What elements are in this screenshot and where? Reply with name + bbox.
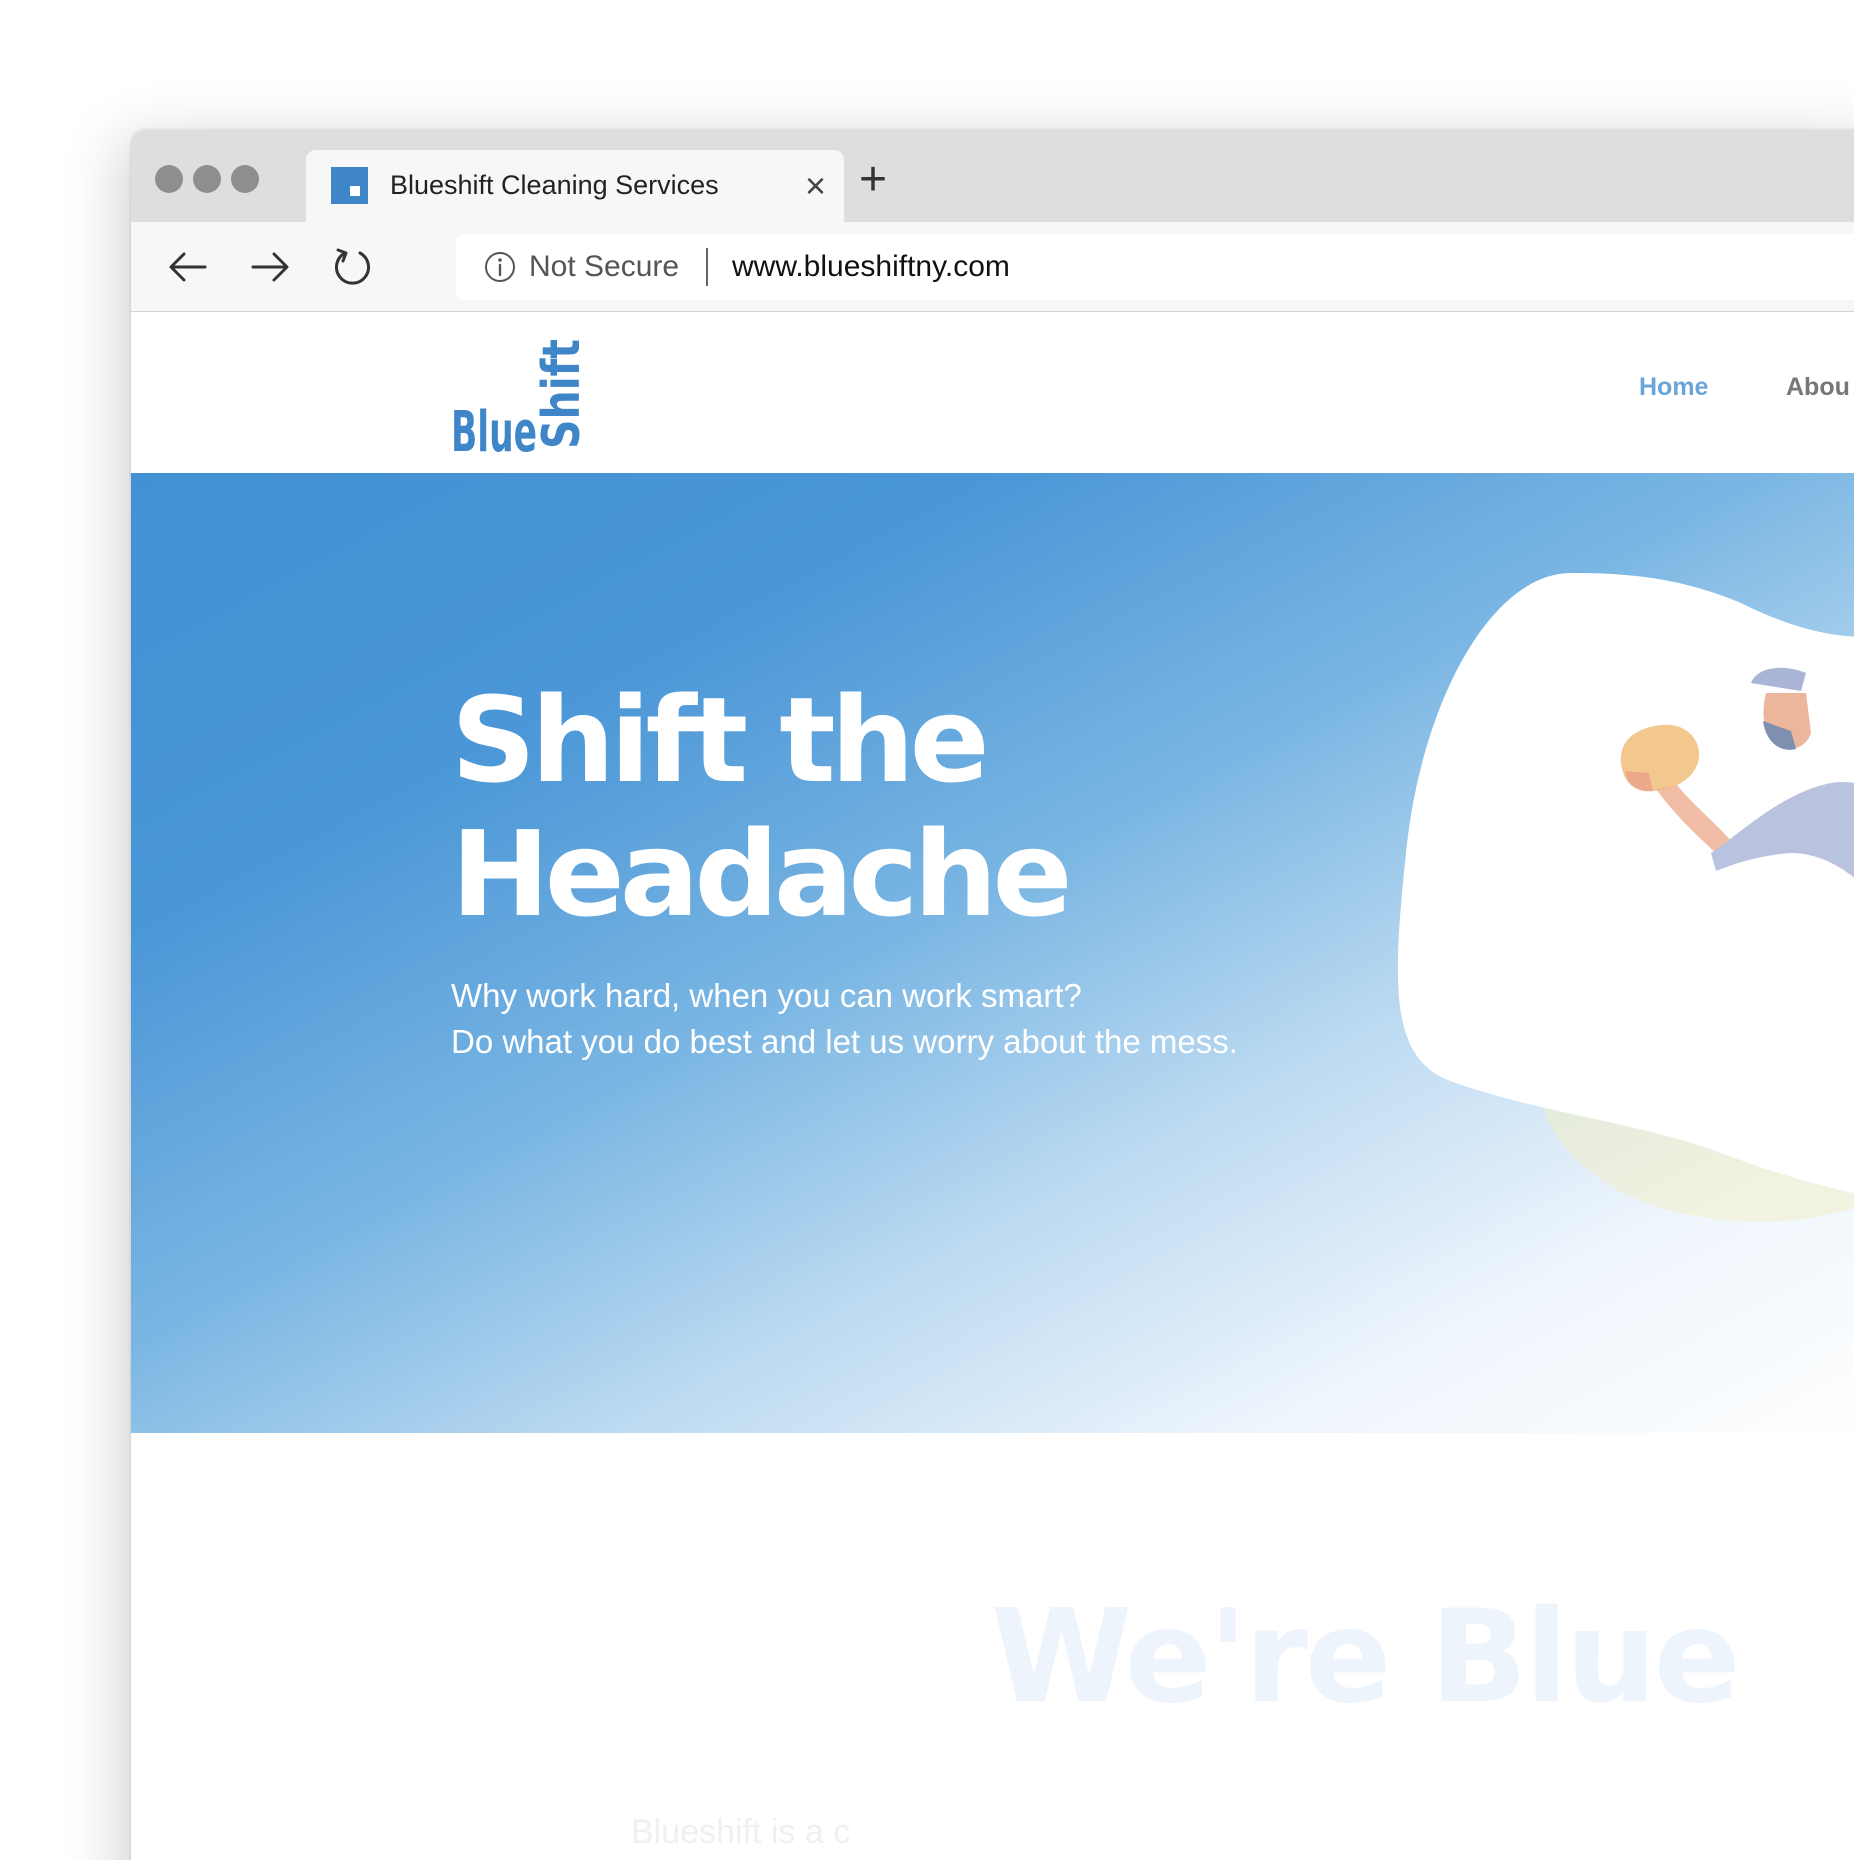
nav-home-link[interactable]: Home: [1639, 373, 1708, 402]
minimize-window-button[interactable]: [193, 165, 221, 193]
about-section: We're Blue Blueshift is a c: [131, 1433, 1854, 1860]
web-page: Blue Shift Home Abou Shift the Headache …: [131, 313, 1854, 1860]
hero-title: Shift the Headache: [451, 673, 1351, 941]
tab-bar: Blueshift Cleaning Services × +: [131, 130, 1854, 222]
cleaner-illustration: [1397, 573, 1854, 1222]
browser-window: Blueshift Cleaning Services × + Not Secu…: [131, 130, 1854, 1860]
tab-title: Blueshift Cleaning Services: [390, 170, 719, 200]
hero-subtitle-line-1: Why work hard, when you can work smart?: [451, 977, 1082, 1014]
logo-text-main: Blue: [451, 400, 537, 457]
browser-toolbar: Not Secure www.blueshiftny.com: [131, 222, 1854, 312]
section-text: Blueshift is a c: [631, 1813, 851, 1851]
hero-subtitle-line-2: Do what you do best and let us worry abo…: [451, 1023, 1238, 1060]
info-icon[interactable]: [483, 250, 517, 284]
new-tab-button[interactable]: +: [859, 154, 887, 206]
close-window-button[interactable]: [155, 165, 183, 193]
url-text[interactable]: www.blueshiftny.com: [732, 250, 1010, 284]
site-header: Blue Shift Home Abou: [131, 313, 1854, 473]
address-divider: [706, 248, 708, 286]
section-heading: We're Blue: [991, 1583, 1740, 1732]
address-bar[interactable]: Not Secure www.blueshiftny.com: [456, 234, 1854, 300]
browser-tab[interactable]: Blueshift Cleaning Services ×: [306, 150, 844, 222]
nav-about-link[interactable]: Abou: [1786, 373, 1850, 402]
forward-arrow-icon[interactable]: [245, 242, 295, 292]
hero-section: Shift the Headache Why work hard, when y…: [131, 473, 1854, 1433]
hero-subtitle: Why work hard, when you can work smart? …: [451, 973, 1238, 1065]
zoom-window-button[interactable]: [231, 165, 259, 193]
favicon-icon: [331, 167, 368, 204]
hero-title-line-2: Headache: [451, 805, 1073, 943]
tab-close-icon[interactable]: ×: [805, 166, 826, 206]
security-status: Not Secure: [529, 250, 680, 283]
hero-title-line-1: Shift the: [451, 671, 990, 809]
back-arrow-icon[interactable]: [163, 242, 213, 292]
blueshift-logo[interactable]: Blue Shift: [451, 337, 591, 457]
reload-icon[interactable]: [327, 242, 377, 292]
logo-text-vertical: Shift: [532, 339, 591, 449]
